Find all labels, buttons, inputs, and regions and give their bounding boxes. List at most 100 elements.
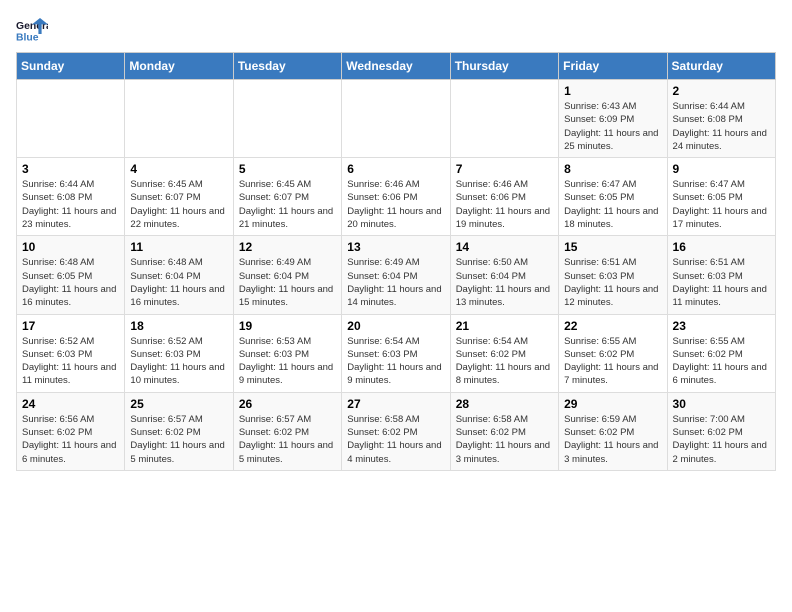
day-number: 26: [239, 397, 336, 411]
calendar-cell: 3 Sunrise: 6:44 AMSunset: 6:08 PMDaylight…: [17, 158, 125, 236]
day-info: Sunrise: 6:45 AMSunset: 6:07 PMDaylight:…: [239, 178, 336, 231]
calendar-cell: 15Sunrise: 6:51 AMSunset: 6:03 PMDayligh…: [559, 236, 667, 314]
day-number: 1: [564, 84, 661, 98]
day-info: Sunrise: 6:44 AMSunset: 6:08 PMDaylight:…: [22, 178, 119, 231]
calendar-cell: 12 Sunrise: 6:49 AMSunset: 6:04 PMDayligh…: [233, 236, 341, 314]
day-number: 11: [130, 240, 227, 254]
day-info: Sunrise: 6:52 AMSunset: 6:03 PMDaylight:…: [130, 335, 227, 388]
calendar-cell: 25Sunrise: 6:57 AMSunset: 6:02 PMDayligh…: [125, 392, 233, 470]
day-number: 28: [456, 397, 553, 411]
day-header-thursday: Thursday: [450, 53, 558, 80]
day-number: 16: [673, 240, 770, 254]
logo-icon: General Blue: [16, 16, 48, 44]
day-info: Sunrise: 6:48 AMSunset: 6:05 PMDaylight:…: [22, 256, 119, 309]
day-header-saturday: Saturday: [667, 53, 775, 80]
day-info: Sunrise: 6:52 AMSunset: 6:03 PMDaylight:…: [22, 335, 119, 388]
calendar-cell: 24 Sunrise: 6:56 AMSunset: 6:02 PMDayligh…: [17, 392, 125, 470]
day-number: 3: [22, 162, 119, 176]
day-info: Sunrise: 6:53 AMSunset: 6:03 PMDaylight:…: [239, 335, 336, 388]
day-number: 22: [564, 319, 661, 333]
calendar-cell: 20 Sunrise: 6:54 AMSunset: 6:03 PMDayligh…: [342, 314, 450, 392]
day-info: Sunrise: 6:57 AMSunset: 6:02 PMDaylight:…: [130, 413, 227, 466]
calendar-cell: 8 Sunrise: 6:47 AMSunset: 6:05 PMDaylight…: [559, 158, 667, 236]
day-number: 4: [130, 162, 227, 176]
day-info: Sunrise: 6:55 AMSunset: 6:02 PMDaylight:…: [564, 335, 661, 388]
day-number: 18: [130, 319, 227, 333]
day-info: Sunrise: 6:54 AMSunset: 6:02 PMDaylight:…: [456, 335, 553, 388]
day-info: Sunrise: 6:59 AMSunset: 6:02 PMDaylight:…: [564, 413, 661, 466]
day-header-friday: Friday: [559, 53, 667, 80]
day-info: Sunrise: 6:44 AMSunset: 6:08 PMDaylight:…: [673, 100, 770, 153]
day-number: 27: [347, 397, 444, 411]
day-info: Sunrise: 6:57 AMSunset: 6:02 PMDaylight:…: [239, 413, 336, 466]
day-number: 7: [456, 162, 553, 176]
day-header-tuesday: Tuesday: [233, 53, 341, 80]
day-number: 17: [22, 319, 119, 333]
calendar-cell: 14 Sunrise: 6:50 AMSunset: 6:04 PMDayligh…: [450, 236, 558, 314]
calendar-cell: 16 Sunrise: 6:51 AMSunset: 6:03 PMDayligh…: [667, 236, 775, 314]
header: General Blue: [16, 16, 776, 44]
calendar-cell: [17, 80, 125, 158]
day-number: 21: [456, 319, 553, 333]
day-info: Sunrise: 6:49 AMSunset: 6:04 PMDaylight:…: [347, 256, 444, 309]
day-info: Sunrise: 6:55 AMSunset: 6:02 PMDaylight:…: [673, 335, 770, 388]
day-info: Sunrise: 6:47 AMSunset: 6:05 PMDaylight:…: [673, 178, 770, 231]
calendar-cell: 17 Sunrise: 6:52 AMSunset: 6:03 PMDayligh…: [17, 314, 125, 392]
day-info: Sunrise: 6:43 AMSunset: 6:09 PMDaylight:…: [564, 100, 661, 153]
calendar-cell: 10 Sunrise: 6:48 AMSunset: 6:05 PMDayligh…: [17, 236, 125, 314]
day-info: Sunrise: 6:48 AMSunset: 6:04 PMDaylight:…: [130, 256, 227, 309]
calendar-cell: [125, 80, 233, 158]
day-info: Sunrise: 6:58 AMSunset: 6:02 PMDaylight:…: [347, 413, 444, 466]
day-number: 12: [239, 240, 336, 254]
day-number: 6: [347, 162, 444, 176]
calendar-cell: 28 Sunrise: 6:58 AMSunset: 6:02 PMDayligh…: [450, 392, 558, 470]
calendar-cell: 23 Sunrise: 6:55 AMSunset: 6:02 PMDayligh…: [667, 314, 775, 392]
logo: General Blue: [16, 16, 48, 44]
calendar-cell: 7 Sunrise: 6:46 AMSunset: 6:06 PMDaylight…: [450, 158, 558, 236]
calendar-cell: 2 Sunrise: 6:44 AMSunset: 6:08 PMDaylight…: [667, 80, 775, 158]
svg-text:Blue: Blue: [16, 32, 39, 43]
day-info: Sunrise: 6:54 AMSunset: 6:03 PMDaylight:…: [347, 335, 444, 388]
day-info: Sunrise: 6:56 AMSunset: 6:02 PMDaylight:…: [22, 413, 119, 466]
day-number: 23: [673, 319, 770, 333]
day-number: 20: [347, 319, 444, 333]
calendar-cell: 18 Sunrise: 6:52 AMSunset: 6:03 PMDayligh…: [125, 314, 233, 392]
calendar-cell: 9 Sunrise: 6:47 AMSunset: 6:05 PMDaylight…: [667, 158, 775, 236]
day-header-wednesday: Wednesday: [342, 53, 450, 80]
calendar: SundayMondayTuesdayWednesdayThursdayFrid…: [16, 52, 776, 471]
day-number: 24: [22, 397, 119, 411]
day-info: Sunrise: 6:50 AMSunset: 6:04 PMDaylight:…: [456, 256, 553, 309]
calendar-cell: 26 Sunrise: 6:57 AMSunset: 6:02 PMDayligh…: [233, 392, 341, 470]
day-header-monday: Monday: [125, 53, 233, 80]
day-number: 5: [239, 162, 336, 176]
day-number: 19: [239, 319, 336, 333]
calendar-cell: 4 Sunrise: 6:45 AMSunset: 6:07 PMDaylight…: [125, 158, 233, 236]
calendar-cell: 27 Sunrise: 6:58 AMSunset: 6:02 PMDayligh…: [342, 392, 450, 470]
calendar-cell: 21 Sunrise: 6:54 AMSunset: 6:02 PMDayligh…: [450, 314, 558, 392]
calendar-cell: 13 Sunrise: 6:49 AMSunset: 6:04 PMDayligh…: [342, 236, 450, 314]
day-info: Sunrise: 6:49 AMSunset: 6:04 PMDaylight:…: [239, 256, 336, 309]
day-number: 8: [564, 162, 661, 176]
calendar-cell: 29Sunrise: 6:59 AMSunset: 6:02 PMDayligh…: [559, 392, 667, 470]
day-info: Sunrise: 7:00 AMSunset: 6:02 PMDaylight:…: [673, 413, 770, 466]
day-info: Sunrise: 6:46 AMSunset: 6:06 PMDaylight:…: [456, 178, 553, 231]
day-number: 13: [347, 240, 444, 254]
day-info: Sunrise: 6:47 AMSunset: 6:05 PMDaylight:…: [564, 178, 661, 231]
day-info: Sunrise: 6:51 AMSunset: 6:03 PMDaylight:…: [564, 256, 661, 309]
calendar-cell: 30 Sunrise: 7:00 AMSunset: 6:02 PMDayligh…: [667, 392, 775, 470]
day-number: 14: [456, 240, 553, 254]
day-header-sunday: Sunday: [17, 53, 125, 80]
day-number: 10: [22, 240, 119, 254]
day-info: Sunrise: 6:51 AMSunset: 6:03 PMDaylight:…: [673, 256, 770, 309]
calendar-cell: 22 Sunrise: 6:55 AMSunset: 6:02 PMDayligh…: [559, 314, 667, 392]
day-info: Sunrise: 6:58 AMSunset: 6:02 PMDaylight:…: [456, 413, 553, 466]
calendar-cell: 11 Sunrise: 6:48 AMSunset: 6:04 PMDayligh…: [125, 236, 233, 314]
calendar-cell: 1 Sunrise: 6:43 AMSunset: 6:09 PMDaylight…: [559, 80, 667, 158]
day-number: 30: [673, 397, 770, 411]
calendar-cell: 19 Sunrise: 6:53 AMSunset: 6:03 PMDayligh…: [233, 314, 341, 392]
calendar-cell: 6Sunrise: 6:46 AMSunset: 6:06 PMDaylight…: [342, 158, 450, 236]
day-info: Sunrise: 6:45 AMSunset: 6:07 PMDaylight:…: [130, 178, 227, 231]
day-number: 9: [673, 162, 770, 176]
calendar-cell: [450, 80, 558, 158]
day-number: 2: [673, 84, 770, 98]
